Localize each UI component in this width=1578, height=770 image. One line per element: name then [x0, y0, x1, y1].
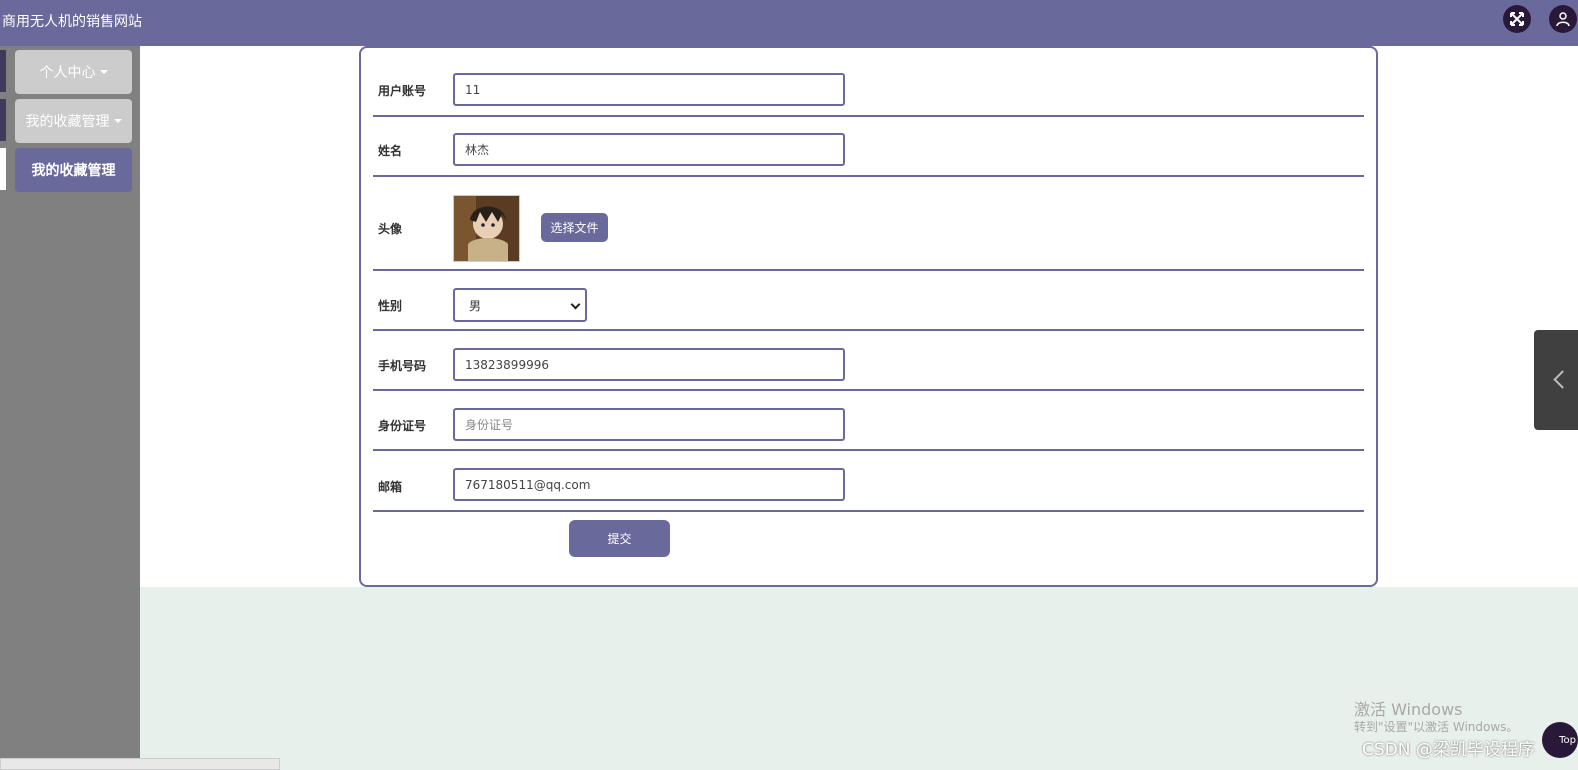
form-row-avatar: 头像 选择文件 [373, 177, 1364, 271]
form-row-phone: 手机号码 13823899996 [373, 331, 1364, 391]
sidebar-button-active[interactable]: 我的收藏管理 [15, 148, 132, 192]
form-row-idcard: 身份证号 身份证号 [373, 391, 1364, 451]
user-button[interactable] [1549, 5, 1577, 33]
chevron-down-icon [570, 299, 581, 310]
form-row-gender: 性别 男 [373, 271, 1364, 331]
avatar-label: 头像 [378, 222, 403, 236]
sidebar-item-favorites-sub[interactable]: 我的收藏管理 [0, 144, 132, 192]
status-bar [0, 758, 280, 770]
sidebar-button[interactable]: 个人中心 [15, 50, 132, 94]
user-icon [1556, 12, 1570, 27]
sidebar-item-label: 个人中心 [39, 65, 96, 81]
idcard-label: 身份证号 [378, 419, 427, 433]
account-input[interactable]: 11 [453, 73, 845, 106]
top-navbar: 商用无人机的销售网站 [0, 0, 1578, 46]
idcard-input[interactable]: 身份证号 [453, 408, 845, 441]
submit-button[interactable]: 提交 [569, 520, 670, 557]
back-to-top-button[interactable]: Top [1542, 722, 1578, 758]
caret-down-icon [99, 70, 108, 74]
account-label: 用户账号 [378, 84, 427, 98]
choose-file-button[interactable]: 选择文件 [541, 213, 608, 242]
form-row-name: 姓名 林杰 [373, 117, 1364, 177]
gender-select[interactable]: 男 [453, 288, 587, 322]
gender-label: 性别 [378, 299, 403, 313]
windows-watermark-title: 激活 Windows [1354, 700, 1463, 719]
sidebar: 个人中心 我的收藏管理 我的收藏管理 [0, 46, 140, 770]
name-input[interactable]: 林杰 [453, 133, 845, 166]
sidebar-indicator [0, 50, 6, 92]
avatar-image [453, 195, 520, 262]
sidebar-item-personal-center[interactable]: 个人中心 [0, 46, 132, 94]
phone-input[interactable]: 13823899996 [453, 348, 845, 381]
profile-form: 用户账号 11 姓名 林杰 头像 选择文件 性别 男 手机号码 13823899… [359, 46, 1378, 587]
gender-value: 男 [469, 298, 482, 313]
sidebar-item-label: 我的收藏管理 [25, 114, 110, 130]
chevron-left-icon [1553, 370, 1572, 389]
email-label: 邮箱 [378, 480, 403, 494]
windows-watermark-subtitle: 转到"设置"以激活 Windows。 [1354, 720, 1519, 734]
caret-down-icon [113, 119, 122, 123]
form-row-email: 邮箱 767180511@qq.com [373, 451, 1364, 512]
side-panel-toggle[interactable] [1534, 330, 1578, 430]
app-title: 商用无人机的销售网站 [2, 14, 142, 30]
sidebar-item-label: 我的收藏管理 [31, 163, 116, 179]
sidebar-button[interactable]: 我的收藏管理 [15, 99, 132, 143]
fullscreen-button[interactable] [1503, 5, 1531, 33]
sidebar-indicator [0, 99, 6, 141]
sidebar-item-favorites[interactable]: 我的收藏管理 [0, 95, 132, 143]
csdn-watermark: CSDN @梁凯毕设程序 [1362, 740, 1535, 760]
expand-icon [1510, 12, 1524, 26]
sidebar-indicator [0, 148, 6, 190]
phone-label: 手机号码 [378, 359, 427, 373]
email-input[interactable]: 767180511@qq.com [453, 468, 845, 501]
form-row-account: 用户账号 11 [373, 48, 1364, 117]
name-label: 姓名 [378, 144, 403, 158]
